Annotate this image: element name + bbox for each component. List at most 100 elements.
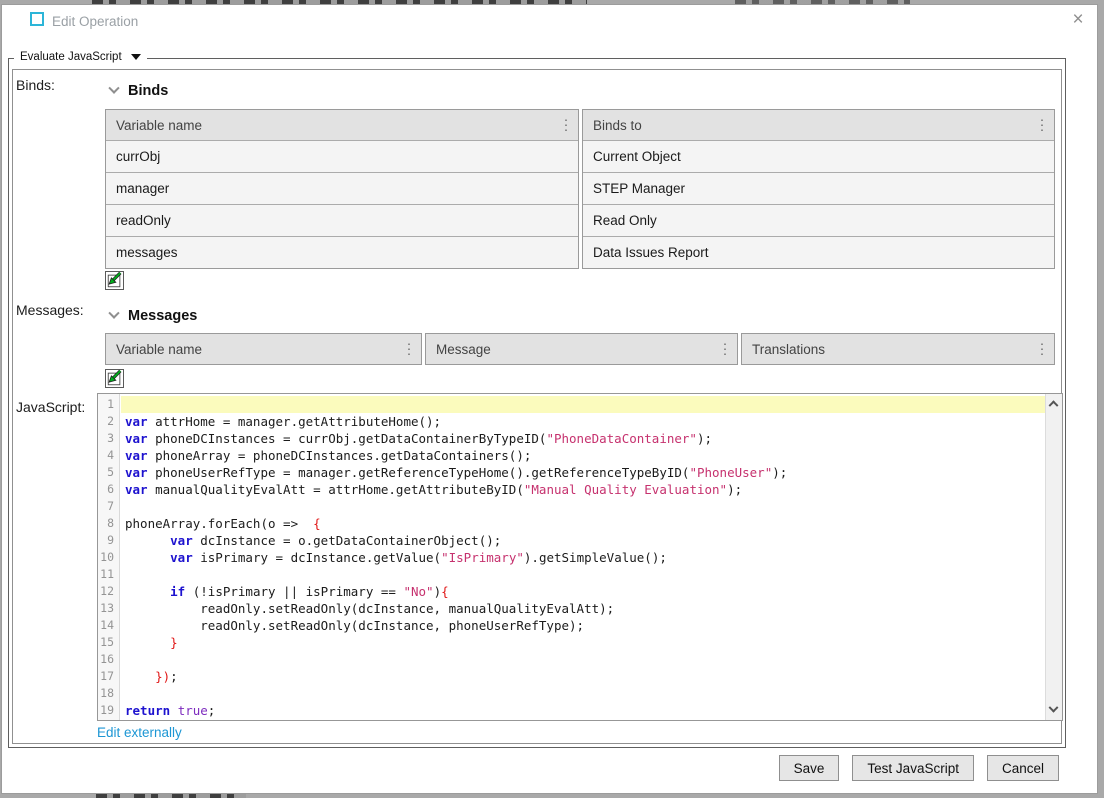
- line-number: 2: [98, 413, 114, 430]
- column-header-label: Variable name: [116, 342, 202, 357]
- line-number: 12: [98, 583, 114, 600]
- column-menu-icon[interactable]: ⋮: [1035, 117, 1049, 134]
- code-line[interactable]: var isPrimary = dcInstance.getValue("IsP…: [121, 549, 1045, 566]
- code-token: var: [170, 550, 193, 565]
- table-cell[interactable]: STEP Manager: [583, 172, 1054, 204]
- column-menu-icon[interactable]: ⋮: [559, 117, 573, 134]
- column-header[interactable]: Variable name ⋮: [106, 110, 578, 140]
- edit-externally-link[interactable]: Edit externally: [97, 725, 182, 740]
- code-line[interactable]: }: [121, 634, 1045, 651]
- column-header[interactable]: Message ⋮: [426, 334, 737, 364]
- table-cell[interactable]: manager: [106, 172, 578, 204]
- javascript-field-label: JavaScript:: [16, 399, 85, 415]
- operation-type-dropdown[interactable]: Evaluate JavaScript: [14, 51, 147, 63]
- code-token: );: [727, 482, 742, 497]
- code-line[interactable]: [121, 651, 1045, 668]
- code-token: );: [697, 431, 712, 446]
- column-header[interactable]: Binds to ⋮: [583, 110, 1054, 140]
- operation-fieldset: Evaluate JavaScript Binds: Binds Variabl…: [8, 58, 1066, 748]
- save-button[interactable]: Save: [779, 755, 840, 781]
- code-line[interactable]: readOnly.setReadOnly(dcInstance, manualQ…: [121, 600, 1045, 617]
- code-token: phoneArray = phoneDCInstances.getDataCon…: [148, 448, 532, 463]
- operation-panel: Binds: Binds Variable name ⋮ currObjmanage…: [12, 69, 1062, 744]
- column-header[interactable]: Variable name ⋮: [106, 334, 421, 364]
- close-icon[interactable]: ×: [1067, 9, 1089, 31]
- dialog-title: Edit Operation: [52, 14, 138, 29]
- code-line[interactable]: [121, 396, 1045, 413]
- code-line[interactable]: });: [121, 668, 1045, 685]
- code-token: [125, 533, 170, 548]
- code-token: readOnly.setReadOnly(dcInstance, manualQ…: [125, 601, 614, 616]
- code-line[interactable]: phoneArray.forEach(o => {: [121, 515, 1045, 532]
- line-number: 7: [98, 498, 114, 515]
- edit-binds-button[interactable]: [105, 271, 124, 290]
- chevron-down-icon: [108, 83, 119, 94]
- code-token: var: [125, 482, 148, 497]
- table-cell[interactable]: Data Issues Report: [583, 236, 1054, 268]
- messages-section-header[interactable]: Messages: [110, 308, 197, 324]
- test-javascript-button[interactable]: Test JavaScript: [852, 755, 974, 781]
- code-line[interactable]: [121, 566, 1045, 583]
- table-cell[interactable]: Current Object: [583, 140, 1054, 172]
- table-cell[interactable]: messages: [106, 236, 578, 268]
- code-line[interactable]: var phoneArray = phoneDCInstances.getDat…: [121, 447, 1045, 464]
- code-token: var: [125, 414, 148, 429]
- code-token: }: [170, 635, 178, 650]
- code-line[interactable]: var dcInstance = o.getDataContainerObjec…: [121, 532, 1045, 549]
- code-token: "Manual Quality Evaluation": [524, 482, 727, 497]
- editor-scrollbar[interactable]: [1045, 394, 1062, 720]
- code-line[interactable]: return true;: [121, 702, 1045, 719]
- table-column: Variable name ⋮: [105, 333, 422, 365]
- line-number: 5: [98, 464, 114, 481]
- code-line[interactable]: [121, 498, 1045, 515]
- column-menu-icon[interactable]: ⋮: [1035, 341, 1049, 358]
- table-column: Translations⋮: [741, 333, 1055, 365]
- line-number: 1: [98, 396, 114, 413]
- column-header-label: Message: [436, 342, 491, 357]
- code-line[interactable]: var attrHome = manager.getAttributeHome(…: [121, 413, 1045, 430]
- edit-operation-dialog: Edit Operation × Evaluate JavaScript Bin…: [1, 4, 1098, 794]
- binds-field-label: Binds:: [16, 77, 55, 93]
- cancel-button[interactable]: Cancel: [987, 755, 1059, 781]
- code-line[interactable]: [121, 685, 1045, 702]
- column-menu-icon[interactable]: ⋮: [402, 341, 416, 358]
- code-token: "PhoneUser": [689, 465, 772, 480]
- code-token: dcInstance = o.getDataContainerObject();: [193, 533, 502, 548]
- table-cell[interactable]: Read Only: [583, 204, 1054, 236]
- code-token: [125, 584, 170, 599]
- code-line[interactable]: var manualQualityEvalAtt = attrHome.getA…: [121, 481, 1045, 498]
- code-line[interactable]: readOnly.setReadOnly(dcInstance, phoneUs…: [121, 617, 1045, 634]
- green-arrow-icon: [106, 369, 123, 388]
- table-cell[interactable]: readOnly: [106, 204, 578, 236]
- javascript-editor[interactable]: 12345678910111213141516171819 var attrHo…: [97, 393, 1063, 721]
- chevron-down-icon: [108, 308, 119, 319]
- table-cell[interactable]: currObj: [106, 140, 578, 172]
- code-token: attrHome = manager.getAttributeHome();: [148, 414, 442, 429]
- code-line[interactable]: var phoneUserRefType = manager.getRefere…: [121, 464, 1045, 481]
- code-token: [125, 635, 170, 650]
- line-number: 8: [98, 515, 114, 532]
- green-arrow-icon: [106, 271, 123, 290]
- code-token: ;: [170, 669, 178, 684]
- table-column: Binds to ⋮ Current ObjectSTEP ManagerRead …: [582, 109, 1055, 269]
- binds-section-header[interactable]: Binds: [110, 83, 168, 99]
- edit-messages-button[interactable]: [105, 369, 124, 388]
- scroll-down-icon[interactable]: [1050, 707, 1058, 715]
- code-area[interactable]: var attrHome = manager.getAttributeHome(…: [121, 394, 1045, 720]
- line-number: 13: [98, 600, 114, 617]
- code-token: [125, 550, 170, 565]
- column-header[interactable]: Translations⋮: [742, 334, 1054, 364]
- column-menu-icon[interactable]: ⋮: [718, 341, 732, 358]
- column-header-label: Variable name: [116, 118, 202, 133]
- code-token: "IsPrimary": [441, 550, 524, 565]
- line-number: 6: [98, 481, 114, 498]
- column-header-label: Binds to: [593, 118, 642, 133]
- background-window-artifact: [96, 794, 246, 798]
- code-token: }): [155, 669, 170, 684]
- code-line[interactable]: if (!isPrimary || isPrimary == "No"){: [121, 583, 1045, 600]
- messages-field-label: Messages:: [16, 302, 84, 318]
- code-token: ;: [208, 703, 216, 718]
- messages-section-title: Messages: [128, 308, 197, 324]
- scroll-up-icon[interactable]: [1050, 399, 1058, 407]
- code-line[interactable]: var phoneDCInstances = currObj.getDataCo…: [121, 430, 1045, 447]
